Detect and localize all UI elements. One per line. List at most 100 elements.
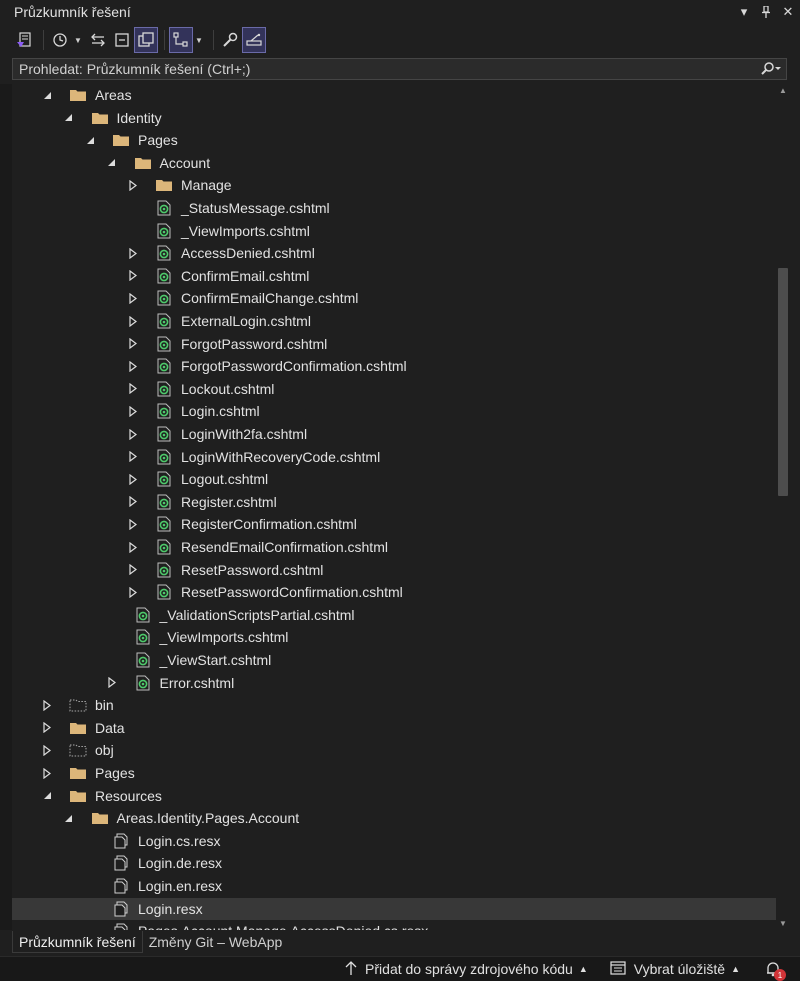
tree-item[interactable]: ResendEmailConfirmation.cshtml <box>12 536 776 559</box>
collapsed-arrow-icon[interactable] <box>127 496 139 508</box>
tree-item[interactable]: Pages.Account.Manage.AccessDenied.cs.res… <box>12 920 776 930</box>
properties-wrench-icon[interactable] <box>219 28 241 52</box>
window-position-icon[interactable]: ▾ <box>734 2 754 22</box>
tree-item[interactable]: RegisterConfirmation.cshtml <box>12 513 776 536</box>
search-input[interactable] <box>13 61 756 77</box>
expanded-arrow-icon[interactable] <box>41 89 53 101</box>
switch-views-icon[interactable] <box>14 28 36 52</box>
expanded-arrow-icon[interactable] <box>63 112 75 124</box>
notifications-bell-icon[interactable]: 1 <box>762 959 786 981</box>
tree-item[interactable]: Login.de.resx <box>12 852 776 875</box>
collapse-all-icon[interactable] <box>111 28 133 52</box>
search-icon[interactable] <box>756 62 786 76</box>
tree-item[interactable]: ForgotPassword.cshtml <box>12 333 776 356</box>
tree-item[interactable]: Resources <box>12 785 776 808</box>
tree-item[interactable]: Account <box>12 152 776 175</box>
tree-item[interactable]: Manage <box>12 174 776 197</box>
tree-item[interactable]: _ViewImports.cshtml <box>12 626 776 649</box>
tree-item[interactable]: Areas <box>12 84 776 107</box>
collapsed-arrow-icon[interactable] <box>127 383 139 395</box>
vertical-scrollbar[interactable]: ▲ ▼ <box>776 84 790 930</box>
collapsed-arrow-icon[interactable] <box>41 744 53 756</box>
collapsed-arrow-icon[interactable] <box>127 586 139 598</box>
collapsed-arrow-icon[interactable] <box>127 428 139 440</box>
collapsed-arrow-icon[interactable] <box>127 405 139 417</box>
collapsed-arrow-icon[interactable] <box>127 270 139 282</box>
code-map-icon[interactable] <box>169 27 193 53</box>
tree-item-label: _StatusMessage.cshtml <box>181 200 330 216</box>
tree-item[interactable]: ResetPassword.cshtml <box>12 559 776 582</box>
select-repository-button[interactable]: Vybrat úložiště ▲ <box>610 960 740 978</box>
collapsed-arrow-icon[interactable] <box>127 541 139 553</box>
tree-item[interactable]: _StatusMessage.cshtml <box>12 197 776 220</box>
tree-item[interactable]: ExternalLogin.cshtml <box>12 310 776 333</box>
pin-icon[interactable] <box>756 2 776 22</box>
solution-tree: Areas Identity Pages Account Manage _StatusMe… <box>12 84 776 930</box>
razor-file-icon <box>155 358 173 374</box>
tree-item[interactable]: Pages <box>12 762 776 785</box>
collapsed-arrow-icon[interactable] <box>127 360 139 372</box>
tree-item[interactable]: LoginWith2fa.cshtml <box>12 423 776 446</box>
collapsed-arrow-icon[interactable] <box>127 315 139 327</box>
tree-item[interactable]: Data <box>12 717 776 740</box>
expanded-arrow-icon[interactable] <box>84 134 96 146</box>
code-map-dropdown[interactable]: ▼ <box>194 28 204 52</box>
repository-icon <box>610 960 626 978</box>
add-to-source-control-button[interactable]: Přidat do správy zdrojového kódu ▲ <box>345 960 588 978</box>
tree-item[interactable]: LoginWithRecoveryCode.cshtml <box>12 446 776 469</box>
collapsed-arrow-icon[interactable] <box>127 473 139 485</box>
razor-file-icon <box>134 675 152 691</box>
expanded-arrow-icon[interactable] <box>106 157 118 169</box>
tree-item[interactable]: obj <box>12 739 776 762</box>
preview-selected-items-icon[interactable] <box>242 27 266 53</box>
tree-item[interactable]: _ViewStart.cshtml <box>12 649 776 672</box>
collapsed-arrow-icon[interactable] <box>106 677 118 689</box>
scroll-up-icon[interactable]: ▲ <box>779 86 787 95</box>
expanded-arrow-icon[interactable] <box>63 812 75 824</box>
tree-item[interactable]: Login.resx <box>12 897 776 921</box>
pending-changes-dropdown[interactable]: ▼ <box>73 28 83 52</box>
folder-icon <box>91 810 109 826</box>
search-box[interactable] <box>12 58 787 80</box>
left-edge <box>0 84 12 930</box>
tree-item-label: Login.cshtml <box>181 403 260 420</box>
tree-item[interactable]: ConfirmEmail.cshtml <box>12 265 776 288</box>
tree-item[interactable]: Login.cshtml <box>12 400 776 423</box>
collapsed-arrow-icon[interactable] <box>127 338 139 350</box>
tree-item[interactable]: Lockout.cshtml <box>12 378 776 401</box>
collapsed-arrow-icon[interactable] <box>127 179 139 191</box>
collapsed-arrow-icon[interactable] <box>127 451 139 463</box>
collapsed-arrow-icon[interactable] <box>127 247 139 259</box>
scroll-down-icon[interactable]: ▼ <box>779 919 787 928</box>
collapsed-arrow-icon[interactable] <box>41 722 53 734</box>
pending-changes-filter-icon[interactable] <box>49 28 71 52</box>
tree-item[interactable]: Error.cshtml <box>12 672 776 695</box>
tree-item[interactable]: Logout.cshtml <box>12 468 776 491</box>
tree-item[interactable]: ForgotPasswordConfirmation.cshtml <box>12 355 776 378</box>
tree-item[interactable]: Login.cs.resx <box>12 830 776 853</box>
collapsed-arrow-icon[interactable] <box>41 767 53 779</box>
collapsed-arrow-icon[interactable] <box>127 292 139 304</box>
collapsed-arrow-icon[interactable] <box>127 564 139 576</box>
tree-item[interactable]: Login.en.resx <box>12 875 776 898</box>
tree-item[interactable]: bin <box>12 694 776 717</box>
tree-item[interactable]: ConfirmEmailChange.cshtml <box>12 287 776 310</box>
show-all-files-icon[interactable] <box>134 27 158 53</box>
tree-item[interactable]: Identity <box>12 107 776 130</box>
tab-git-changes[interactable]: Změny Git – WebApp <box>143 931 289 953</box>
tree-item[interactable]: _ValidationScriptsPartial.cshtml <box>12 604 776 627</box>
tab-solution-explorer[interactable]: Průzkumník řešení <box>12 931 143 953</box>
expanded-arrow-icon[interactable] <box>41 790 53 802</box>
tree-item[interactable]: Register.cshtml <box>12 491 776 514</box>
tree-item[interactable]: Pages <box>12 129 776 152</box>
collapsed-arrow-icon[interactable] <box>127 518 139 530</box>
tree-item[interactable]: ResetPasswordConfirmation.cshtml <box>12 581 776 604</box>
tree-item[interactable]: Areas.Identity.Pages.Account <box>12 807 776 830</box>
sync-active-document-icon[interactable] <box>87 28 109 52</box>
razor-file-icon <box>155 449 173 465</box>
scrollbar-thumb[interactable] <box>778 268 788 496</box>
tree-item[interactable]: AccessDenied.cshtml <box>12 242 776 265</box>
tree-item[interactable]: _ViewImports.cshtml <box>12 220 776 243</box>
collapsed-arrow-icon[interactable] <box>41 699 53 711</box>
close-icon[interactable]: ✕ <box>778 2 798 22</box>
